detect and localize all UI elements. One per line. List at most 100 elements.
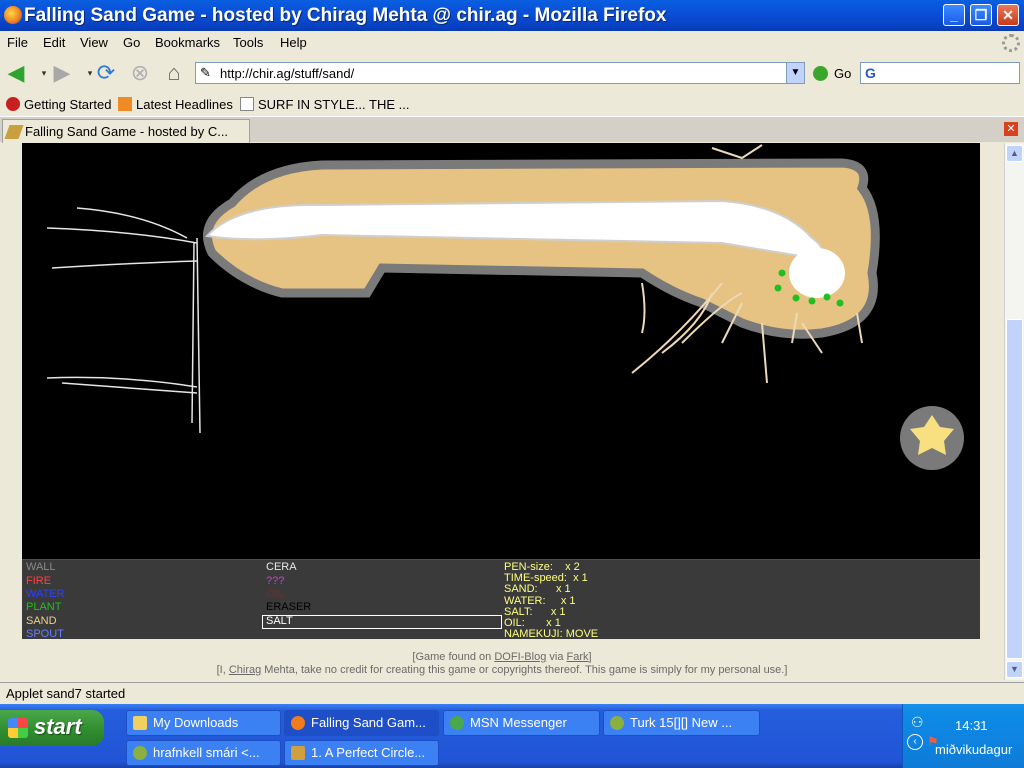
back-arrow-icon[interactable]: ◀ — [4, 61, 28, 85]
menu-edit[interactable]: Edit — [43, 35, 65, 50]
window-title: Falling Sand Game - hosted by Chirag Meh… — [24, 5, 667, 26]
url-bar[interactable]: ✎ http://chir.ag/stuff/sand/ ▼ — [195, 62, 805, 84]
day-label: miðvikudagur — [935, 742, 1013, 757]
taskbar-turk[interactable]: Turk 15[][] New ... — [603, 710, 760, 736]
taskbar-perfect-circle[interactable]: 1. A Perfect Circle... — [284, 740, 439, 766]
page-icon: ✎ — [200, 65, 211, 80]
credits-text: [Game found on — [412, 651, 495, 663]
network-icon[interactable]: ⚇ — [911, 714, 924, 731]
firefox-icon — [291, 716, 305, 730]
taskbar-label: 1. A Perfect Circle... — [311, 745, 426, 760]
tab-label: Falling Sand Game - hosted by C... — [25, 124, 229, 139]
page-content: WALL FIRE WATER PLANT SAND SPOUT CERA ??… — [0, 143, 1004, 680]
go-icon[interactable] — [813, 66, 828, 81]
element-sand[interactable]: SAND — [26, 615, 57, 627]
salt-blob — [789, 248, 845, 298]
taskbar-my-downloads[interactable]: My Downloads — [126, 710, 281, 736]
url-dropdown-icon[interactable]: ▼ — [786, 63, 804, 83]
element-eraser[interactable]: ERASER — [266, 601, 311, 613]
msn-chat-icon — [133, 746, 147, 760]
element-fire[interactable]: FIRE — [26, 575, 51, 587]
throbber-icon — [1002, 34, 1020, 52]
taskbar-label: MSN Messenger — [470, 715, 567, 730]
forward-arrow-icon[interactable]: ▶ — [50, 61, 74, 85]
bookmark-getting-started[interactable]: Getting Started — [6, 97, 111, 112]
menu-tools[interactable]: Tools — [233, 35, 263, 50]
folder-icon — [133, 716, 147, 730]
element-salt[interactable]: SALT — [266, 615, 293, 627]
msn-icon — [450, 716, 464, 730]
status-text: Applet sand7 started — [6, 686, 126, 701]
page-icon — [240, 97, 254, 111]
element-control-panel: WALL FIRE WATER PLANT SAND SPOUT CERA ??… — [22, 559, 980, 640]
credits-text: [I, — [216, 664, 229, 676]
element-unknown[interactable]: ??? — [266, 575, 284, 587]
element-spout[interactable]: SPOUT — [26, 628, 64, 640]
tab-falling-sand[interactable]: Falling Sand Game - hosted by C... — [2, 119, 250, 143]
element-oil[interactable]: OIL — [266, 588, 284, 600]
start-label: start — [34, 714, 82, 739]
msn-chat-icon — [610, 716, 624, 730]
menu-bar: File Edit View Go Bookmarks Tools Help — [0, 31, 1024, 55]
menu-go[interactable]: Go — [123, 35, 140, 50]
menu-bookmarks[interactable]: Bookmarks — [155, 35, 220, 50]
dofi-blog-link[interactable]: DOFI-Blog — [494, 651, 546, 663]
bookmark-label: Latest Headlines — [136, 97, 233, 112]
salt-spray — [46, 207, 201, 434]
panel-divider — [22, 559, 980, 560]
expand-tray-icon[interactable]: ‹ — [907, 734, 923, 750]
firefox-bookmark-icon — [6, 97, 20, 111]
taskbar-label: hrafnkell smári <... — [153, 745, 260, 760]
go-button[interactable]: Go — [834, 66, 851, 81]
rss-icon — [118, 97, 132, 111]
credits-line-2: [I, Chirag Mehta, take no credit for cre… — [0, 664, 1004, 676]
fark-link[interactable]: Fark — [567, 651, 589, 663]
firefox-icon — [4, 6, 22, 24]
media-icon — [291, 746, 305, 760]
status-bar: Applet sand7 started — [0, 682, 1024, 704]
close-tab-icon[interactable]: ✕ — [1004, 122, 1018, 136]
stat-namekuji: NAMEKUJI: MOVE — [504, 628, 599, 640]
bookmark-surf-in-style[interactable]: SURF IN STYLE... THE ... — [240, 97, 409, 112]
element-water[interactable]: WATER — [26, 588, 65, 600]
taskbar-msn-messenger[interactable]: MSN Messenger — [443, 710, 600, 736]
url-text[interactable]: http://chir.ag/stuff/sand/ — [220, 66, 354, 81]
stat-sand: SAND: x 1 — [504, 583, 571, 595]
chirag-link[interactable]: Chirag — [229, 664, 261, 676]
taskbar-label: Falling Sand Gam... — [311, 715, 426, 730]
reload-icon[interactable]: ⟳ — [94, 61, 118, 85]
tab-bar: Falling Sand Game - hosted by C... ✕ — [0, 116, 1024, 143]
vertical-scrollbar[interactable]: ▲ ▼ — [1004, 143, 1024, 680]
bookmark-label: Getting Started — [24, 97, 112, 112]
google-search-icon[interactable]: G — [865, 65, 876, 81]
element-cera[interactable]: CERA — [266, 561, 297, 573]
sand-game-canvas[interactable] — [22, 143, 980, 559]
selected-element-box — [262, 615, 502, 629]
menu-file[interactable]: File — [7, 35, 28, 50]
system-tray: ⚇ ‹ ⚑ 14:31 miðvikudagur — [902, 704, 1024, 768]
taskbar-hrafnkell[interactable]: hrafnkell smári <... — [126, 740, 281, 766]
minimize-button[interactable]: _ — [943, 4, 965, 26]
window-titlebar: Falling Sand Game - hosted by Chirag Meh… — [0, 0, 1024, 31]
scroll-thumb[interactable] — [1006, 319, 1023, 659]
stop-icon[interactable]: ⊗ — [128, 61, 152, 85]
scroll-down-icon[interactable]: ▼ — [1006, 661, 1023, 678]
home-icon[interactable]: ⌂ — [162, 61, 186, 85]
element-wall[interactable]: WALL — [26, 561, 56, 573]
scroll-up-icon[interactable]: ▲ — [1006, 145, 1023, 162]
credits-text: Mehta, take no credit for creating this … — [261, 664, 788, 676]
bookmark-latest-headlines[interactable]: Latest Headlines — [118, 97, 233, 112]
taskbar-falling-sand[interactable]: Falling Sand Gam... — [284, 710, 439, 736]
menu-view[interactable]: View — [80, 35, 108, 50]
start-button[interactable]: start — [0, 710, 104, 746]
menu-help[interactable]: Help — [280, 35, 307, 50]
clock[interactable]: 14:31 — [955, 718, 988, 733]
element-plant[interactable]: PLANT — [26, 601, 61, 613]
maximize-button[interactable]: ❐ — [970, 4, 992, 26]
search-input[interactable]: G — [860, 62, 1020, 84]
bookmarks-toolbar: Getting Started Latest Headlines SURF IN… — [0, 92, 1024, 116]
credits-line-1: [Game found on DOFI-Blog via Fark] — [0, 651, 1004, 663]
taskbar-label: Turk 15[][] New ... — [630, 715, 733, 730]
close-button[interactable]: ✕ — [997, 4, 1019, 26]
taskbar-label: My Downloads — [153, 715, 239, 730]
